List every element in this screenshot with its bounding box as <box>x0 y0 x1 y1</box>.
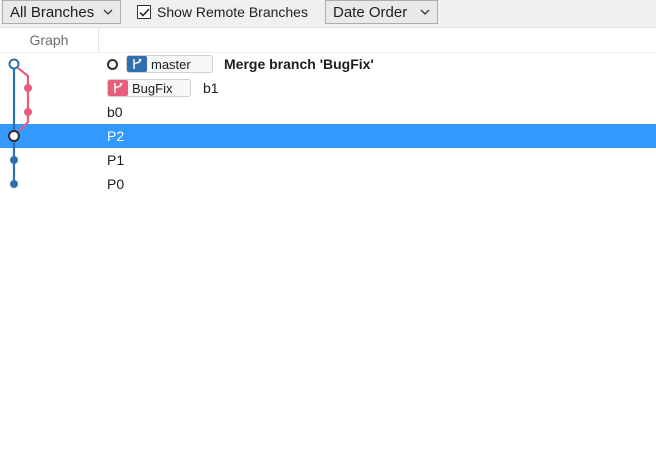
toolbar: All Branches Show Remote Branches Date O… <box>0 0 656 28</box>
commit-message: b1 <box>203 80 219 96</box>
merge-commit-node <box>8 58 20 70</box>
bugfix-lane-line <box>17 67 30 132</box>
commit-row-selected[interactable]: P2 <box>0 124 656 148</box>
chevron-down-icon <box>102 6 114 18</box>
commit-node-b0 <box>24 108 32 116</box>
head-indicator-icon <box>107 59 118 70</box>
column-header: Graph <box>0 28 656 53</box>
commit-message: P2 <box>107 128 125 144</box>
branch-badge-label: master <box>151 56 191 72</box>
order-dropdown[interactable]: Date Order <box>325 0 438 24</box>
commit-node-p2 <box>8 130 20 142</box>
commit-message: P0 <box>107 176 125 192</box>
checkmark-icon <box>138 7 150 17</box>
commit-node-p1 <box>10 156 18 164</box>
branch-icon <box>127 56 147 72</box>
graph-column-header[interactable]: Graph <box>0 28 99 52</box>
commit-message: Merge branch 'BugFix' <box>224 56 374 72</box>
commit-row[interactable]: BugFix b1 <box>0 76 656 100</box>
branches-filter-label: All Branches <box>10 3 95 21</box>
commit-graph <box>8 58 32 188</box>
order-label: Date Order <box>333 3 408 21</box>
commit-row[interactable]: P0 <box>0 172 656 196</box>
chevron-down-icon <box>419 6 431 18</box>
commit-row[interactable]: b0 <box>0 100 656 124</box>
branch-icon <box>108 80 128 96</box>
branch-badge-label: BugFix <box>132 80 173 96</box>
branch-badge-bugfix[interactable]: BugFix <box>107 79 191 97</box>
commit-row[interactable]: P1 <box>0 148 656 172</box>
commit-node-b1 <box>24 84 32 92</box>
commit-message: P1 <box>107 152 125 168</box>
commit-row[interactable]: master Merge branch 'BugFix' <box>0 52 656 76</box>
branches-filter-dropdown[interactable]: All Branches <box>2 0 121 24</box>
commit-message: b0 <box>107 104 123 120</box>
show-remote-checkbox[interactable] <box>137 5 151 19</box>
commit-node-p0 <box>10 180 18 188</box>
show-remote-branches-toggle[interactable]: Show Remote Branches <box>137 2 308 22</box>
branch-badge-master[interactable]: master <box>126 55 213 73</box>
show-remote-label: Show Remote Branches <box>157 4 308 20</box>
